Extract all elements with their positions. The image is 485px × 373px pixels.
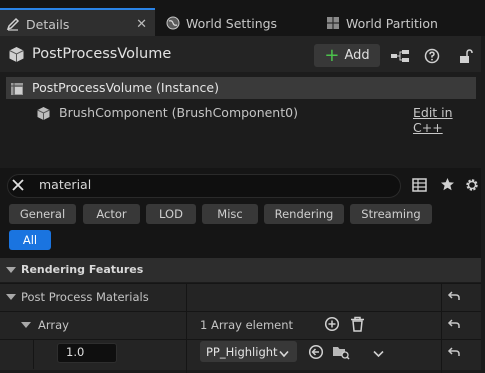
filter-label: LOD <box>159 207 183 221</box>
element-weight-value: 1.0 <box>66 345 85 359</box>
page-title: PostProcessVolume <box>32 46 172 62</box>
component-root-label: PostProcessVolume (Instance) <box>32 80 219 95</box>
reset-to-default-icon[interactable] <box>447 346 461 361</box>
tab-world-settings[interactable]: World Settings <box>160 10 310 36</box>
filter-label: Actor <box>96 207 127 221</box>
tab-label: World Settings <box>186 15 278 31</box>
tab-details[interactable]: Details ✕ <box>0 8 155 38</box>
close-tab-icon[interactable]: ✕ <box>136 17 147 32</box>
browse-asset-icon[interactable] <box>332 344 350 363</box>
plus-icon: + <box>324 44 340 66</box>
scrollbar[interactable] <box>481 36 485 373</box>
actor-cube-icon <box>8 46 25 66</box>
lock-button[interactable] <box>453 44 477 67</box>
reset-to-default-icon[interactable] <box>447 318 461 333</box>
filter-label: Misc <box>217 207 243 221</box>
clear-search-icon[interactable] <box>12 179 24 194</box>
help-button[interactable] <box>420 44 444 67</box>
filter-general[interactable]: General <box>9 204 76 224</box>
filter-label: General <box>19 207 66 221</box>
material-combo-label: PP_Highlight <box>206 345 278 359</box>
filter-lod[interactable]: LOD <box>146 204 196 224</box>
blueprint-button[interactable] <box>388 44 412 67</box>
add-button-label: Add <box>344 48 370 63</box>
add-element-icon[interactable] <box>324 316 340 335</box>
edit-in-cpp-link[interactable]: Edit in C++ <box>413 105 485 135</box>
settings-gear-icon[interactable] <box>464 177 480 196</box>
property-label: Post Process Materials <box>21 290 149 304</box>
trash-icon[interactable] <box>350 316 365 335</box>
column-divider[interactable] <box>186 283 187 373</box>
filter-rendering[interactable]: Rendering <box>264 204 344 224</box>
help-icon <box>424 48 440 63</box>
chevron-down-icon[interactable] <box>373 347 384 361</box>
chevron-down-icon <box>279 347 289 361</box>
filter-misc[interactable]: Misc <box>202 204 258 224</box>
actor-component-icon <box>10 82 24 99</box>
expand-arrow-icon[interactable] <box>21 322 31 328</box>
pencil-icon <box>6 17 20 31</box>
blueprint-icon <box>391 49 409 62</box>
filter-all[interactable]: All <box>9 230 51 250</box>
use-selected-asset-icon[interactable] <box>308 344 324 363</box>
lock-open-icon <box>460 48 473 63</box>
favorites-star-icon[interactable] <box>440 177 455 195</box>
filter-actor[interactable]: Actor <box>83 204 140 224</box>
grid-icon <box>326 16 340 30</box>
column-divider <box>441 283 442 373</box>
filter-label: All <box>22 233 38 247</box>
filter-label: Streaming <box>361 207 421 221</box>
expand-arrow-icon[interactable] <box>6 267 16 273</box>
brush-cube-icon <box>36 106 51 124</box>
component-child-label[interactable]: BrushComponent (BrushComponent0) <box>59 105 298 120</box>
globe-icon <box>166 16 180 30</box>
category-label: Rendering Features <box>21 263 144 276</box>
tab-label: Details <box>26 16 70 32</box>
property-label: Array <box>38 318 69 332</box>
expand-arrow-icon[interactable] <box>6 294 16 300</box>
table-view-icon[interactable] <box>412 178 427 195</box>
indent-divider <box>33 339 34 369</box>
search-value: material <box>39 177 92 192</box>
filter-streaming[interactable]: Streaming <box>350 204 432 224</box>
array-summary: 1 Array element <box>200 318 294 332</box>
tab-label: World Partition <box>346 15 438 31</box>
filter-label: Rendering <box>274 207 334 221</box>
reset-to-default-icon[interactable] <box>447 290 461 305</box>
tab-world-partition[interactable]: World Partition <box>320 10 480 36</box>
add-component-button[interactable]: + Add <box>314 44 380 67</box>
